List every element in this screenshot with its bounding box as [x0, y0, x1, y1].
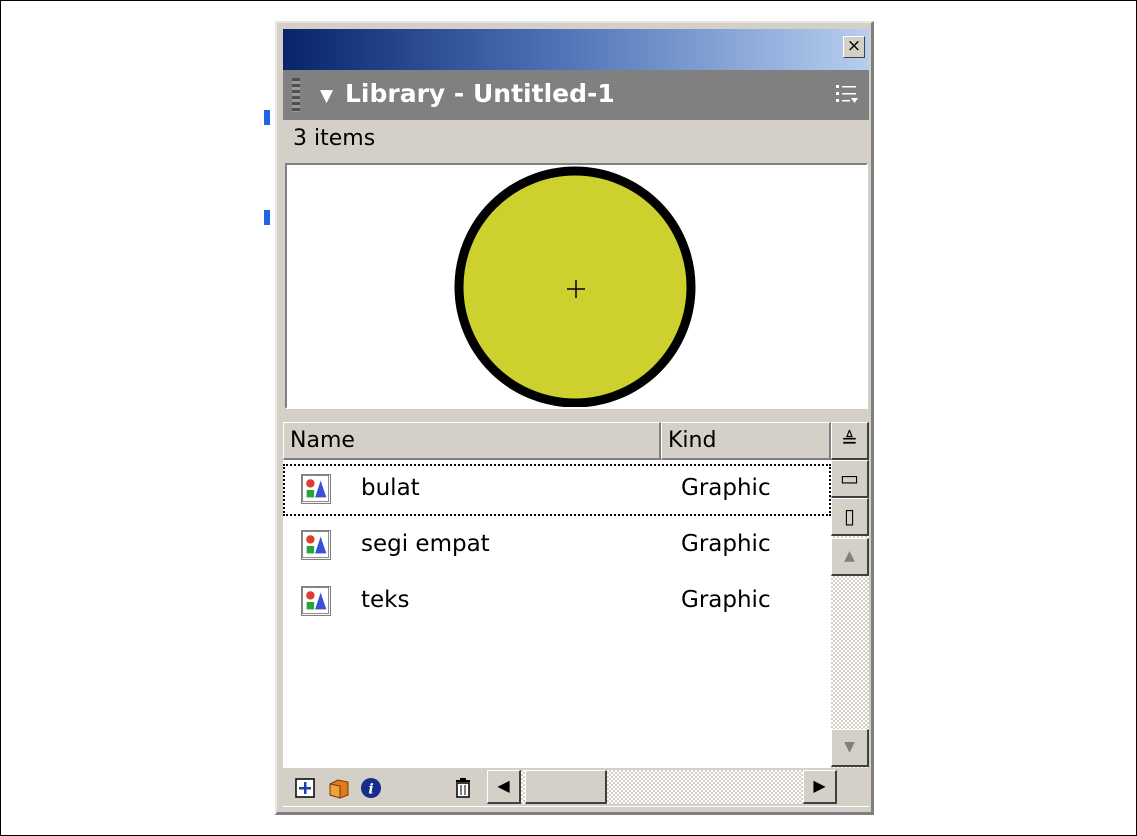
wide-state-button[interactable]: ▭ [831, 460, 869, 498]
list-item[interactable]: bulat Graphic [283, 464, 831, 516]
item-name: segi empat [361, 531, 490, 557]
list-item[interactable]: segi empat Graphic [283, 520, 831, 572]
close-button[interactable]: × [843, 36, 865, 58]
graphic-symbol-icon [301, 586, 331, 616]
drag-grip-icon[interactable] [292, 78, 300, 112]
item-count: 3 items [293, 126, 376, 151]
library-title: Library - Untitled-1 [345, 79, 615, 108]
panel-titlebar[interactable]: × [283, 29, 869, 70]
properties-icon[interactable]: i [359, 776, 383, 800]
item-name: teks [361, 587, 410, 613]
column-header-kind[interactable]: Kind [661, 422, 831, 460]
item-kind: Graphic [681, 587, 771, 613]
horizontal-scroll-thumb[interactable] [525, 770, 607, 804]
library-bottom-toolbar: i ◀ ▶ [283, 768, 869, 806]
scroll-down-button[interactable]: ▼ [831, 729, 869, 767]
scroll-left-button[interactable]: ◀ [487, 770, 521, 804]
graphic-symbol-icon [301, 474, 331, 504]
stage-marker [264, 210, 270, 225]
scroll-right-button[interactable]: ▶ [803, 770, 837, 804]
preview-graphic [454, 166, 696, 407]
collapse-triangle-icon[interactable]: ▼ [320, 86, 333, 106]
item-name: bulat [361, 475, 420, 501]
graphic-symbol-icon [301, 530, 331, 560]
symbol-preview [285, 163, 868, 409]
new-symbol-icon[interactable] [293, 776, 317, 800]
symbol-list: Name Kind bulat Graphic segi empat Graphic t… [283, 422, 869, 807]
new-folder-icon[interactable] [327, 776, 351, 800]
scroll-up-button[interactable]: ▲ [831, 538, 869, 576]
narrow-state-button[interactable]: ▯ [831, 498, 869, 536]
preview-circle [454, 166, 696, 407]
item-kind: Graphic [681, 475, 771, 501]
horizontal-scrollbar[interactable]: ◀ ▶ [487, 770, 837, 804]
stage-marker [264, 110, 270, 125]
list-item[interactable]: teks Graphic [283, 576, 831, 628]
sort-order-button[interactable]: ≜ [831, 422, 869, 460]
svg-text:i: i [368, 782, 373, 798]
column-header-name[interactable]: Name [283, 422, 661, 460]
library-header[interactable]: ▼ Library - Untitled-1 [283, 70, 869, 120]
delete-icon[interactable] [451, 776, 475, 800]
library-panel: × ▼ Library - Untitled-1 3 items Name Ki… [275, 21, 874, 815]
item-kind: Graphic [681, 531, 771, 557]
options-menu-icon[interactable] [835, 83, 859, 105]
